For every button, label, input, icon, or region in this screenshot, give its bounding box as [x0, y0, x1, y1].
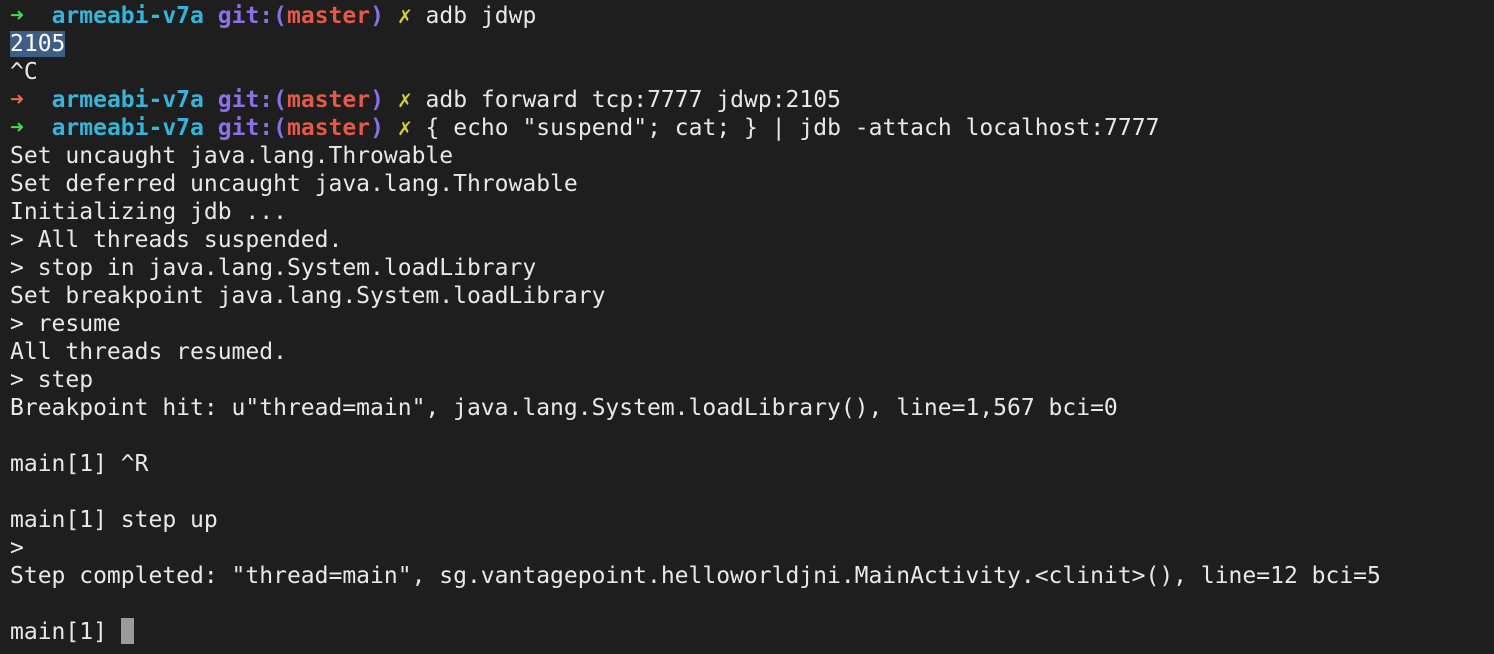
input-line: main[1]	[10, 618, 1494, 646]
prompt-git-branch: master	[287, 3, 371, 29]
output-line: > All threads suspended.	[10, 226, 1494, 254]
output-line: main[1] ^R	[10, 450, 1494, 478]
prompt-git-branch: master	[287, 115, 371, 141]
prompt-command: adb jdwp	[425, 3, 537, 29]
output-text: > All threads suspended.	[10, 227, 343, 253]
prompt-directory: armeabi-v7a	[51, 115, 204, 141]
output-text: Breakpoint hit: u"thread=main", java.lan…	[10, 395, 1118, 421]
prompt-line: ➜ armeabi-v7a git:(master) ✗ adb forward…	[10, 86, 1494, 114]
prompt-git-suffix: )	[370, 3, 384, 29]
output-line: Step completed: "thread=main", sg.vantag…	[10, 562, 1494, 590]
prompt-command: { echo "suspend"; cat; } | jdb -attach l…	[425, 115, 1160, 141]
output-text: > stop in java.lang.System.loadLibrary	[10, 255, 537, 281]
prompt-dirty-icon: ✗	[397, 3, 412, 29]
prompt-git-suffix: )	[370, 115, 384, 141]
output-line: >	[10, 534, 1494, 562]
input-prompt: main[1]	[10, 619, 121, 645]
prompt-arrow-icon: ➜	[10, 115, 24, 141]
prompt-git-branch: master	[287, 87, 371, 113]
output-text: > resume	[10, 311, 121, 337]
output-text: ^C	[10, 59, 38, 85]
output-line: Set deferred uncaught java.lang.Throwabl…	[10, 170, 1494, 198]
output-line: Breakpoint hit: u"thread=main", java.lan…	[10, 394, 1494, 422]
text-cursor[interactable]	[120, 618, 134, 644]
prompt-line: ➜ armeabi-v7a git:(master) ✗ { echo "sus…	[10, 114, 1494, 142]
prompt-line: ➜ armeabi-v7a git:(master) ✗ adb jdwp	[10, 2, 1494, 30]
prompt-git-prefix: git:(	[217, 115, 287, 141]
output-line: Initializing jdb ...	[10, 198, 1494, 226]
output-line: > resume	[10, 310, 1494, 338]
terminal-output: ➜ armeabi-v7a git:(master) ✗ adb jdwp 210…	[10, 2, 1494, 646]
prompt-git-prefix: git:(	[217, 87, 287, 113]
output-text: All threads resumed.	[10, 339, 287, 365]
output-line: Set uncaught java.lang.Throwable	[10, 142, 1494, 170]
prompt-directory: armeabi-v7a	[51, 87, 204, 113]
output-line: Set breakpoint java.lang.System.loadLibr…	[10, 282, 1494, 310]
output-text: Initializing jdb ...	[10, 199, 287, 225]
output-text: >	[10, 535, 24, 561]
prompt-command: adb forward tcp:7777 jdwp:2105	[425, 87, 841, 113]
prompt-dirty-icon: ✗	[397, 115, 412, 141]
output-text: Step completed: "thread=main", sg.vantag…	[10, 563, 1381, 589]
output-line: 2105	[10, 30, 1494, 58]
output-text: Set deferred uncaught java.lang.Throwabl…	[10, 171, 578, 197]
prompt-directory: armeabi-v7a	[51, 3, 204, 29]
prompt-git-prefix: git:(	[217, 3, 287, 29]
prompt-dirty-icon: ✗	[397, 87, 412, 113]
output-line: > step	[10, 366, 1494, 394]
output-text: Set uncaught java.lang.Throwable	[10, 143, 454, 169]
terminal-window[interactable]: ➜ armeabi-v7a git:(master) ✗ adb jdwp 210…	[0, 0, 1494, 654]
prompt-arrow-icon: ➜	[10, 87, 24, 113]
output-line: All threads resumed.	[10, 338, 1494, 366]
output-line: > stop in java.lang.System.loadLibrary	[10, 254, 1494, 282]
prompt-arrow-icon: ➜	[10, 3, 24, 29]
output-text: main[1] step up	[10, 507, 218, 533]
prompt-git-suffix: )	[370, 87, 384, 113]
output-line: ^C	[10, 58, 1494, 86]
output-text: > step	[10, 367, 94, 393]
selected-text[interactable]: 2105	[10, 31, 66, 57]
output-text: Set breakpoint java.lang.System.loadLibr…	[10, 283, 606, 309]
output-line: main[1] step up	[10, 506, 1494, 534]
output-text: main[1] ^R	[10, 451, 149, 477]
